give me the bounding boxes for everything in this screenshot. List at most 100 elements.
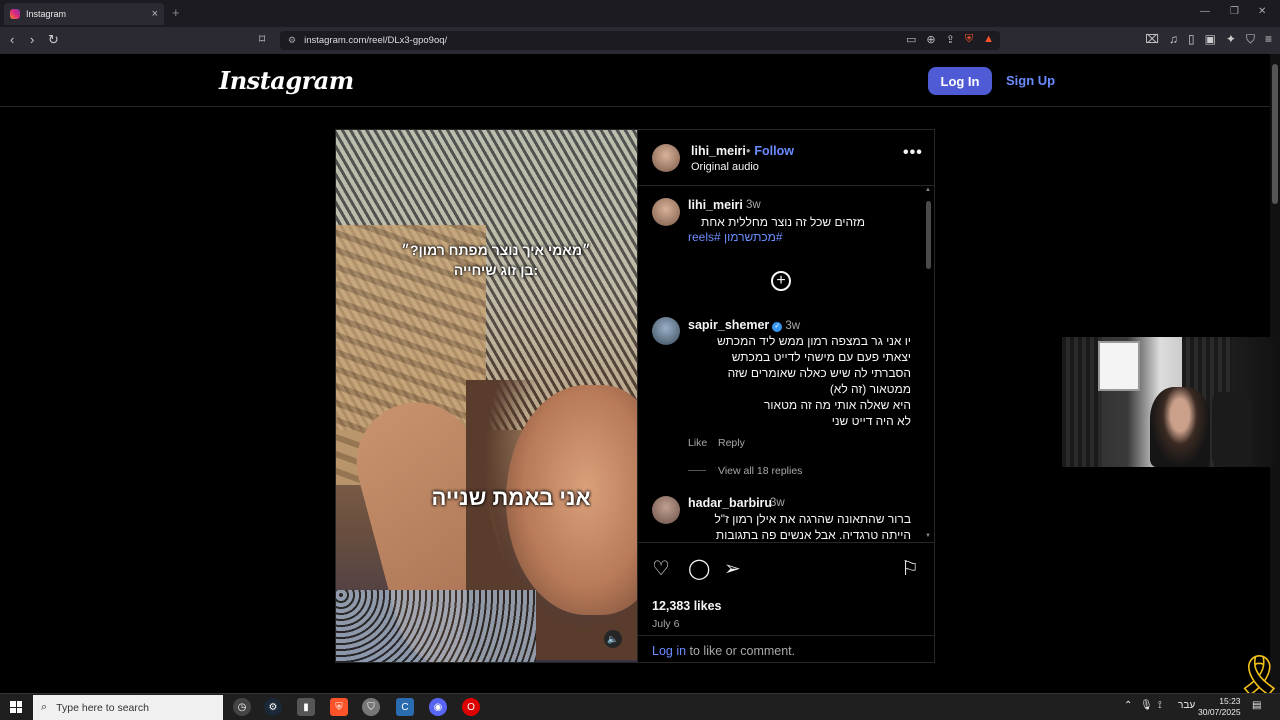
close-tab-icon[interactable]: ×	[152, 8, 158, 20]
clock-time: 15:23	[1219, 696, 1241, 706]
scroll-up-icon[interactable]: ▲	[925, 187, 931, 193]
author-username[interactable]: lihi_meiri	[691, 144, 746, 158]
share-icon[interactable]: ➢	[724, 556, 741, 581]
comment-username-text: sapir_shemer	[688, 318, 770, 332]
login-button[interactable]: Log In	[928, 67, 992, 95]
minimize-icon[interactable]: —	[1200, 6, 1210, 17]
comment-line: לא היה דייט שני	[831, 414, 911, 428]
original-audio[interactable]: Original audio	[691, 161, 759, 173]
menu-icon[interactable]: ≡	[1265, 32, 1272, 47]
caption-text: מזהים שכל זה נוצר מחללית אחת	[701, 215, 865, 229]
acoustic-panel	[1062, 337, 1102, 467]
taskbar-clock[interactable]: 15:23 30/07/2025	[1198, 696, 1241, 718]
caption-time: 3w	[746, 199, 761, 211]
chair	[1212, 392, 1252, 467]
browser-tab[interactable]: Instagram ×	[4, 3, 164, 25]
comment-line: היא שאלה אותי מה זה מטאור	[764, 398, 911, 412]
comments-scroll-thumb[interactable]	[926, 201, 931, 269]
comment-username[interactable]: hadar_barbiru	[688, 496, 772, 510]
post-sidebar: lihi_meiri • Follow Original audio ••• li…	[637, 130, 935, 662]
yellow-ribbon-icon: 🎗	[1234, 654, 1280, 698]
steam-icon[interactable]: ⚙	[264, 698, 282, 716]
brave-shields-icon[interactable]: ⛨	[965, 33, 973, 46]
brave-rewards-icon[interactable]: ▲	[983, 33, 994, 46]
sound-icon[interactable]: 🔈	[604, 630, 622, 648]
tab-title: Instagram	[26, 9, 67, 19]
view-replies-button[interactable]: View all 18 replies	[718, 465, 802, 477]
share-icon[interactable]: ⇪	[946, 33, 955, 46]
comment-line: הסברתי לה שיש כאלה שאומרים שזה	[727, 366, 911, 380]
post-date[interactable]: July 6	[652, 618, 679, 630]
follow-link[interactable]: • Follow	[746, 144, 794, 158]
wallet-icon[interactable]: ▣	[1205, 32, 1216, 47]
reel-post: ״מאמי איך נוצר מפתח רמון?״ בן זוג שיחייה…	[335, 129, 935, 663]
reload-icon[interactable]: ↻	[48, 32, 59, 48]
save-icon[interactable]: ⚐	[901, 556, 919, 581]
shield-app-icon[interactable]: ⛉	[362, 698, 380, 716]
zoom-icon[interactable]: ⊕	[926, 33, 935, 46]
comment-username[interactable]: sapir_shemer ✓ 3w	[688, 318, 800, 332]
instagram-favicon-icon	[10, 9, 20, 19]
url-bar[interactable]: ⚙ instagram.com/reel/DLx3-gpo9oq/ ▭ ⊕ ⇪ …	[280, 31, 1000, 50]
network-icon[interactable]: ⟟	[1158, 700, 1162, 711]
opera-icon[interactable]: O	[462, 698, 480, 716]
active-app-icon[interactable]: C	[396, 698, 414, 716]
reel-video[interactable]: ״מאמי איך נוצר מפתח רמון?״ בן זוג שיחייה…	[336, 130, 637, 662]
notifications-icon[interactable]: ▤	[1252, 700, 1261, 711]
tray-chevron-icon[interactable]: ⌃	[1124, 700, 1132, 711]
load-more-icon[interactable]: +	[771, 271, 791, 291]
scroll-down-icon[interactable]: ▼	[925, 533, 931, 539]
comment-time: 3w	[770, 497, 785, 509]
follow-label[interactable]: Follow	[754, 144, 794, 158]
search-placeholder: Type here to search	[56, 701, 149, 714]
comment-line: יצאתי פעם עם מישהי לדייט במכתש	[731, 350, 911, 364]
discord-icon[interactable]: ◉	[429, 698, 447, 716]
clock-app-icon[interactable]: ◷	[233, 698, 251, 716]
app-icon[interactable]: ▮	[297, 698, 315, 716]
microphone-icon[interactable]: 🎙	[1140, 700, 1153, 711]
page-scroll-thumb[interactable]	[1272, 64, 1278, 204]
likes-count[interactable]: 12,383 likes	[652, 599, 722, 613]
back-icon[interactable]: ‹	[10, 32, 14, 47]
comments-scrollbar[interactable]: ▲ ▼	[925, 187, 933, 543]
media-icon[interactable]: ♫	[1169, 32, 1178, 47]
comments-list: lihi_meiri 3w מזהים שכל זה נוצר מחללית א…	[638, 187, 935, 542]
reply-button[interactable]: Reply	[718, 437, 745, 449]
comment-text: ברור שהתאונה שהרגה את אילן רמון ז"ל היית…	[671, 511, 911, 542]
close-window-icon[interactable]: ✕	[1258, 6, 1266, 17]
bookmark-page-icon[interactable]: ⌑	[259, 32, 265, 46]
maximize-icon[interactable]: ❐	[1230, 6, 1239, 17]
caption-line-2: בן זוג שיחייה:	[453, 262, 539, 278]
login-link[interactable]: Log in	[652, 644, 686, 658]
language-indicator[interactable]: עבר	[1178, 700, 1195, 711]
comment-time: 3w	[785, 320, 801, 332]
post-actions: ♡ ◯ ➢ ⚐ 12,383 likes July 6 Log in to li…	[638, 542, 935, 662]
site-info-icon[interactable]: ⚙	[288, 35, 296, 46]
screenshot-icon[interactable]: ⌧	[1145, 32, 1159, 47]
more-options-icon[interactable]: •••	[903, 144, 923, 162]
taskbar-search[interactable]: ⌕ Type here to search	[33, 695, 223, 720]
verified-badge-icon: ✓	[772, 322, 783, 332]
windows-start-icon[interactable]	[10, 701, 22, 713]
instagram-logo[interactable]: Instagram	[219, 66, 354, 95]
like-comment-button[interactable]: Like	[688, 437, 707, 449]
caption-username[interactable]: lihi_meiri	[688, 198, 743, 212]
vpn-icon[interactable]: ⛉	[1246, 32, 1255, 47]
author-avatar[interactable]	[652, 144, 680, 172]
comment-line: ממטאור (זה לא)	[829, 382, 911, 396]
forward-icon[interactable]: ›	[30, 32, 34, 47]
comment-icon[interactable]: ◯	[688, 556, 710, 581]
like-icon[interactable]: ♡	[652, 556, 670, 581]
reader-icon[interactable]: ▭	[906, 33, 916, 46]
streamer	[1150, 387, 1210, 467]
comment-line: ברור שהתאונה שהרגה את אילן רמון ז"ל	[714, 512, 911, 526]
clock-date: 30/07/2025	[1198, 707, 1241, 717]
replies-line	[688, 470, 706, 471]
new-tab-button[interactable]: +	[172, 5, 180, 20]
brave-icon[interactable]: ⛨	[330, 698, 348, 716]
caption-hashtags[interactable]: #מכתשרמון #reels	[688, 230, 783, 244]
leo-icon[interactable]: ✦	[1226, 32, 1236, 47]
signup-link[interactable]: Sign Up	[1006, 73, 1055, 88]
shirt	[336, 590, 536, 662]
sidebar-icon[interactable]: ▯	[1188, 32, 1195, 47]
